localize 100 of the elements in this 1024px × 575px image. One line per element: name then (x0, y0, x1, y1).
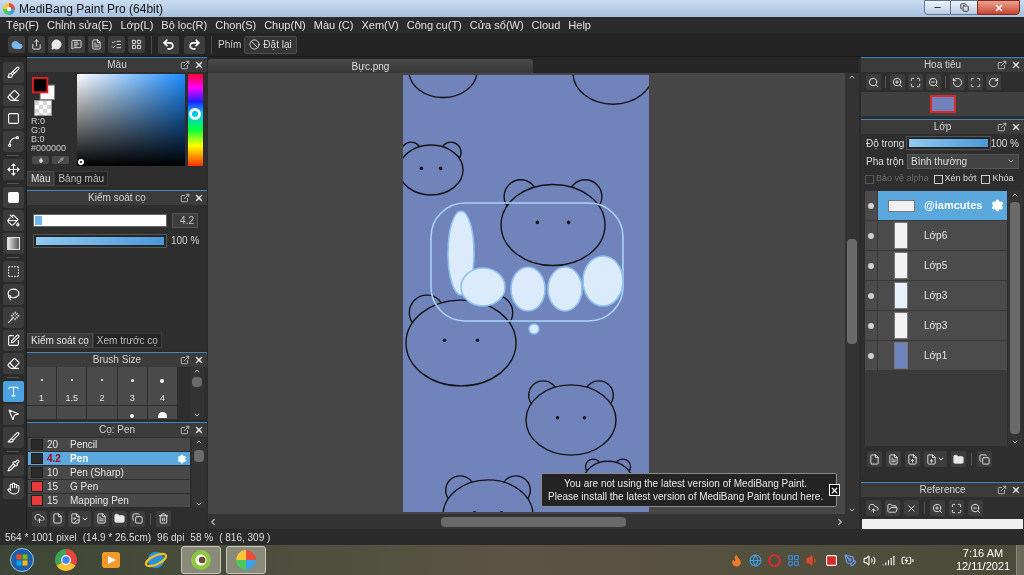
pen-square-tool[interactable] (2, 330, 24, 351)
brush-size-button[interactable]: 2 (87, 367, 117, 405)
scrollbar[interactable] (192, 438, 206, 508)
scroll-right-icon[interactable] (835, 516, 845, 527)
volume-icon[interactable] (863, 553, 876, 567)
visibility-toggle[interactable] (865, 341, 878, 370)
frame-button[interactable] (968, 74, 983, 90)
scroll-down-icon[interactable] (192, 411, 202, 419)
hand-tool[interactable] (2, 478, 24, 499)
scroll-thumb[interactable] (1010, 202, 1020, 434)
color-field[interactable] (77, 74, 185, 166)
eraser-tool[interactable] (2, 353, 24, 374)
move-arrows-tool[interactable] (2, 159, 24, 180)
scroll-up-icon[interactable] (1010, 191, 1020, 199)
undock-icon[interactable] (180, 425, 190, 435)
scroll-thumb[interactable] (847, 239, 857, 344)
new-layer-button[interactable] (867, 451, 882, 467)
brush-size-button[interactable]: 3 (117, 367, 147, 405)
brush-tool[interactable] (2, 62, 24, 83)
pipette-tool[interactable] (2, 455, 24, 476)
actual-size-button[interactable] (866, 74, 881, 90)
panel-tab[interactable]: Màu (27, 171, 55, 186)
menu-item[interactable]: Chỉnh sửa(E) (43, 18, 117, 32)
close-window-button[interactable] (977, 0, 1020, 15)
panel-tab[interactable]: Xem trước cọ (92, 333, 162, 348)
menu-item[interactable]: Xem(V) (357, 18, 403, 32)
folder-button[interactable] (885, 500, 900, 516)
visibility-toggle[interactable] (865, 251, 878, 280)
share-button[interactable] (28, 36, 45, 53)
checklist-button[interactable] (108, 36, 125, 53)
layer-row[interactable]: Lớp1 (865, 341, 1007, 370)
type-tool[interactable] (2, 381, 24, 402)
brush-row[interactable]: 15 Mapping Pen (28, 494, 190, 507)
close-icon[interactable] (1011, 485, 1021, 495)
knife-tool[interactable] (2, 427, 24, 448)
swatch-add-button[interactable] (32, 156, 49, 164)
document-tab[interactable]: Bực.png (208, 59, 533, 73)
zoom-out-button[interactable] (926, 74, 941, 90)
pen-icon[interactable] (844, 553, 857, 567)
rotate-left-button[interactable] (950, 74, 965, 90)
signal-icon[interactable] (882, 553, 895, 567)
undock-icon[interactable] (997, 122, 1007, 132)
clock[interactable]: 7:16 AM 12/11/2021 (954, 547, 1012, 573)
magic-wand-tool[interactable] (2, 307, 24, 328)
brush-size-button[interactable] (117, 406, 147, 419)
brush-size-slider[interactable] (33, 214, 167, 227)
brush-row[interactable]: 15 G Pen (28, 480, 190, 493)
scrollbar[interactable] (845, 73, 859, 514)
rotate-right-button[interactable] (986, 74, 1001, 90)
scroll-down-icon[interactable] (1010, 438, 1020, 446)
color-swatch-pair-icon[interactable] (32, 77, 55, 100)
minimize-button[interactable] (924, 0, 951, 15)
visibility-toggle[interactable] (865, 311, 878, 340)
taskbar-app-button[interactable] (181, 546, 221, 574)
undock-icon[interactable] (997, 485, 1007, 495)
menu-item[interactable]: Chụp(N) (260, 18, 310, 32)
trash-button[interactable] (156, 510, 171, 527)
flame-icon[interactable] (730, 553, 743, 567)
visibility-toggle[interactable] (865, 221, 878, 250)
speech-bubble-button[interactable] (48, 36, 65, 53)
tile-icon[interactable] (825, 553, 838, 567)
visibility-toggle[interactable] (865, 191, 878, 220)
file-up-button[interactable] (905, 451, 920, 467)
close-icon[interactable] (194, 193, 204, 203)
globe-icon[interactable] (749, 553, 762, 567)
zoom-in-button[interactable] (930, 500, 945, 516)
scroll-thumb[interactable] (194, 450, 204, 462)
add-layer-menu-button[interactable] (924, 451, 947, 467)
close-icon[interactable] (194, 355, 204, 365)
layer-row[interactable]: Lớp6 (865, 221, 1007, 250)
brush-row[interactable]: 10 Pen (Sharp) (28, 466, 190, 479)
layer-row[interactable]: Lớp3 (865, 281, 1007, 310)
grid-button[interactable] (128, 36, 145, 53)
scroll-up-icon[interactable] (192, 367, 202, 375)
menu-item[interactable]: Chọn(S) (211, 18, 261, 32)
swatch-pick-button[interactable] (52, 156, 69, 164)
horizontal-scrollbar[interactable] (208, 514, 859, 529)
cloud-button[interactable] (8, 36, 25, 53)
scrollbar[interactable] (190, 367, 204, 419)
menu-item[interactable]: Bộ lọc(R) (157, 18, 212, 32)
scroll-thumb[interactable] (441, 516, 626, 527)
copy-button[interactable] (977, 451, 992, 467)
scroll-up-icon[interactable] (194, 438, 204, 446)
dashed-square-tool[interactable] (2, 261, 24, 282)
close-icon[interactable] (194, 425, 204, 435)
message-button[interactable] (68, 36, 85, 53)
copy-button[interactable] (130, 510, 145, 527)
square-tool[interactable] (2, 108, 24, 129)
hue-slider[interactable] (188, 74, 203, 166)
close-icon[interactable] (194, 60, 204, 70)
layer-row[interactable]: Lớp5 (865, 251, 1007, 280)
undock-icon[interactable] (180, 355, 190, 365)
menu-item[interactable]: Cloud (527, 18, 565, 32)
close-icon[interactable] (1011, 60, 1021, 70)
fit-button[interactable] (908, 74, 923, 90)
panel-tab[interactable]: Bảng màu (54, 171, 109, 186)
curve-tool[interactable] (2, 131, 24, 152)
undock-icon[interactable] (997, 60, 1007, 70)
zoom-out-button[interactable] (968, 500, 983, 516)
close-notice-button[interactable] (829, 484, 841, 496)
